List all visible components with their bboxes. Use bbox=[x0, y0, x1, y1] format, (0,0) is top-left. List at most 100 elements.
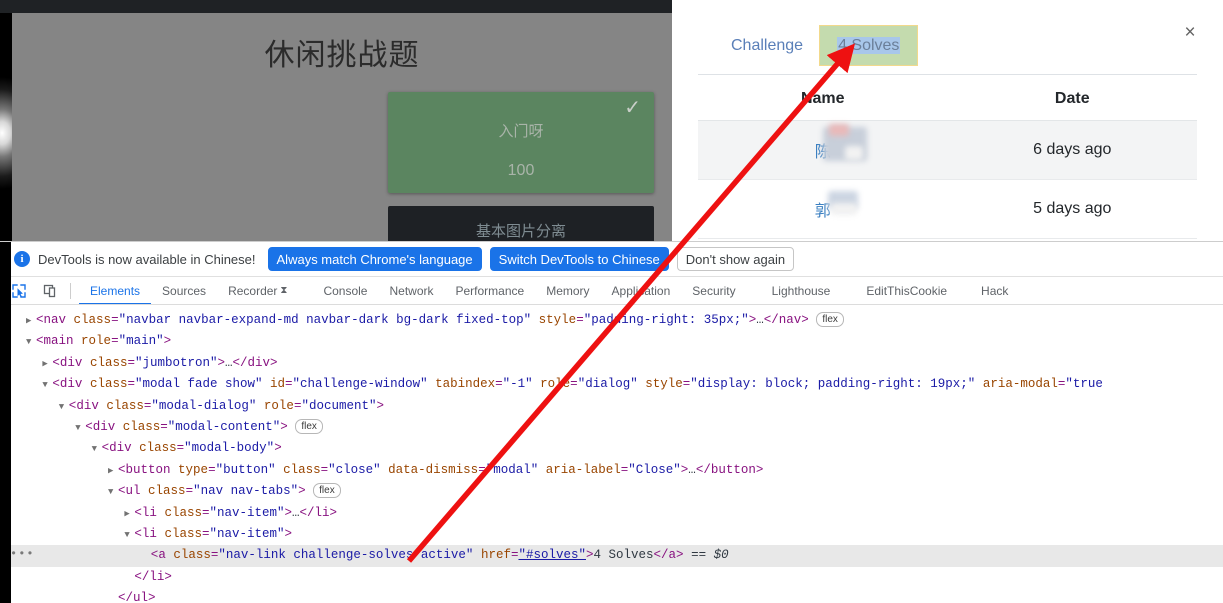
tab-network[interactable]: Network bbox=[378, 277, 444, 304]
flex-badge[interactable]: flex bbox=[313, 483, 341, 499]
dom-line[interactable]: ▼ <main role="main"> bbox=[0, 331, 1223, 352]
tab-performance[interactable]: Performance bbox=[445, 277, 536, 304]
tab-console[interactable]: Console bbox=[312, 277, 378, 304]
check-icon: ✓ bbox=[624, 97, 641, 119]
dom-token-val: "Close" bbox=[628, 462, 681, 477]
dom-token-attr: class bbox=[148, 484, 186, 499]
expand-triangle-open-icon[interactable]: ▼ bbox=[124, 525, 134, 546]
dom-token-attr: style bbox=[538, 313, 577, 327]
expand-triangle-open-icon[interactable]: ▼ bbox=[75, 418, 85, 439]
dom-token-attr: role bbox=[81, 334, 112, 349]
dom-token-tag: li bbox=[141, 505, 157, 520]
dom-line[interactable]: ▼ <ul class="nav nav-tabs"> flex bbox=[0, 481, 1223, 502]
dom-token-punc: > bbox=[298, 484, 306, 499]
dom-line[interactable]: ▼ <div class="modal fade show" id="challe… bbox=[0, 374, 1223, 395]
expand-triangle-closed-icon[interactable]: ▶ bbox=[42, 354, 52, 375]
tab-solves[interactable]: 4 Solves bbox=[819, 25, 919, 66]
dom-line[interactable]: ▶ <button type="button" class="close" dat… bbox=[0, 460, 1223, 481]
dom-line[interactable]: ▼ <div class="modal-body"> bbox=[0, 438, 1223, 459]
dom-token-txt: … bbox=[292, 505, 300, 520]
dom-token-val: "nav nav-tabs" bbox=[193, 484, 299, 499]
dom-token-sp bbox=[132, 441, 140, 455]
dom-line[interactable]: ▶ <div class="jumbotron">…</div> bbox=[0, 353, 1223, 374]
dom-token-punc: = bbox=[111, 313, 119, 327]
tab-sources[interactable]: Sources bbox=[151, 277, 217, 304]
dom-line[interactable]: ▶ <li class="nav-item">…</li> bbox=[0, 503, 1223, 524]
tab-label: Network bbox=[389, 283, 434, 298]
tab-application[interactable]: Application bbox=[601, 277, 682, 304]
challenge-card-name: 入门呀 bbox=[498, 123, 544, 140]
devtools-language-notification: i DevTools is now available in Chinese! … bbox=[0, 242, 1223, 277]
tab-solves-label: 4 Solves bbox=[837, 37, 901, 54]
dom-token-val: "modal-content" bbox=[167, 419, 281, 434]
dom-token-punc: </ bbox=[118, 591, 134, 602]
dom-token-txt: … bbox=[756, 313, 764, 327]
blur-patch bbox=[828, 124, 849, 136]
blur-patch bbox=[844, 146, 863, 160]
more-options-icon[interactable]: ••• bbox=[10, 544, 35, 565]
dom-line[interactable]: ▼ <div class="modal-dialog" role="documen… bbox=[0, 396, 1223, 417]
dom-token-punc: = bbox=[495, 377, 503, 392]
dom-line[interactable]: </ul> bbox=[0, 588, 1223, 602]
tab-label: Security bbox=[692, 283, 736, 298]
modal-nav-tabs: Challenge 4 Solves bbox=[698, 25, 1197, 75]
dom-token-punc: < bbox=[101, 441, 110, 456]
expand-triangle-closed-icon[interactable]: ▶ bbox=[26, 311, 36, 332]
dont-show-again-button[interactable]: Don't show again bbox=[676, 247, 795, 271]
tab-security[interactable]: Security bbox=[681, 277, 746, 304]
dom-token-tag: div bbox=[92, 419, 116, 434]
dom-token-val: "dialog" bbox=[577, 377, 638, 392]
dom-token-val: "main" bbox=[118, 334, 164, 349]
expand-triangle-closed-icon[interactable]: ▶ bbox=[108, 461, 118, 482]
tab-hack[interactable]: Hack bbox=[970, 277, 1019, 304]
dom-line[interactable]: </li> bbox=[0, 567, 1223, 588]
expand-triangle-closed-icon[interactable]: ▶ bbox=[124, 504, 134, 525]
expand-triangle-open-icon[interactable]: ▼ bbox=[59, 397, 69, 418]
dom-token-val: "jumbotron" bbox=[134, 355, 218, 370]
expand-triangle-open-icon[interactable]: ▼ bbox=[108, 482, 118, 503]
dom-token-punc: = bbox=[185, 484, 194, 499]
dom-token-punc: > bbox=[270, 355, 278, 370]
dom-token-tag: a bbox=[668, 548, 677, 563]
dom-token-txt: == bbox=[683, 548, 714, 563]
info-icon: i bbox=[14, 251, 30, 267]
dom-line[interactable]: ▼ <li class="nav-item"> bbox=[0, 524, 1223, 545]
switch-devtools-language-button[interactable]: Switch DevTools to Chinese bbox=[489, 247, 669, 271]
expand-triangle-open-icon[interactable]: ▼ bbox=[26, 332, 36, 353]
tab-editthiscookie[interactable]: EditThisCookie bbox=[855, 277, 958, 304]
dom-token-punc: < bbox=[52, 377, 60, 392]
dom-tree-view[interactable]: ▶ <nav class="navbar navbar-expand-md nav… bbox=[0, 305, 1223, 602]
dom-token-val: "padding-right: 35px;" bbox=[583, 313, 749, 327]
nav-item-solves: 4 Solves bbox=[819, 25, 919, 74]
device-toolbar-icon[interactable] bbox=[38, 278, 64, 304]
tab-challenge[interactable]: Challenge bbox=[714, 26, 820, 65]
expand-triangle-open-icon[interactable]: ▼ bbox=[92, 439, 102, 460]
solves-table-head: Name Date bbox=[698, 77, 1197, 121]
challenge-card-solved[interactable]: ✓ 入门呀 100 bbox=[388, 92, 654, 193]
dom-token-attr: class bbox=[139, 441, 177, 456]
expand-triangle-open-icon[interactable]: ▼ bbox=[42, 375, 52, 396]
tab-elements[interactable]: Elements bbox=[79, 277, 151, 304]
dom-line[interactable]: ••• <a class="nav-link challenge-solves a… bbox=[0, 544, 1223, 567]
flex-badge[interactable]: flex bbox=[295, 418, 323, 434]
dom-line[interactable]: ▼ <div class="modal-content"> flex bbox=[0, 417, 1223, 438]
tab-recorder[interactable]: Recorder ⧗ bbox=[217, 277, 298, 304]
dom-token-lnk[interactable]: "#solves" bbox=[518, 548, 586, 562]
dom-token-val: "challenge-window" bbox=[292, 377, 428, 392]
dom-token-punc: </ bbox=[134, 569, 150, 584]
tab-label: Recorder bbox=[228, 283, 278, 298]
dom-token-tag: ul bbox=[133, 591, 149, 602]
dom-token-tag: div bbox=[76, 398, 99, 413]
dom-token-tag: div bbox=[59, 355, 83, 370]
flex-badge[interactable]: flex bbox=[816, 312, 844, 327]
tab-memory[interactable]: Memory bbox=[535, 277, 600, 304]
challenge-card-unsolved[interactable]: 基本图片分离 bbox=[388, 206, 654, 241]
page-title: 休闲挑战题 bbox=[264, 39, 420, 72]
dom-token-punc: = bbox=[127, 355, 135, 370]
dom-token-val: "modal-dialog" bbox=[151, 398, 257, 413]
dom-token-sp bbox=[263, 377, 271, 391]
dom-line[interactable]: ▶ <nav class="navbar navbar-expand-md nav… bbox=[0, 310, 1223, 331]
dom-token-sp bbox=[428, 377, 436, 391]
tab-lighthouse[interactable]: Lighthouse bbox=[761, 277, 842, 304]
always-match-language-button[interactable]: Always match Chrome's language bbox=[267, 247, 482, 271]
